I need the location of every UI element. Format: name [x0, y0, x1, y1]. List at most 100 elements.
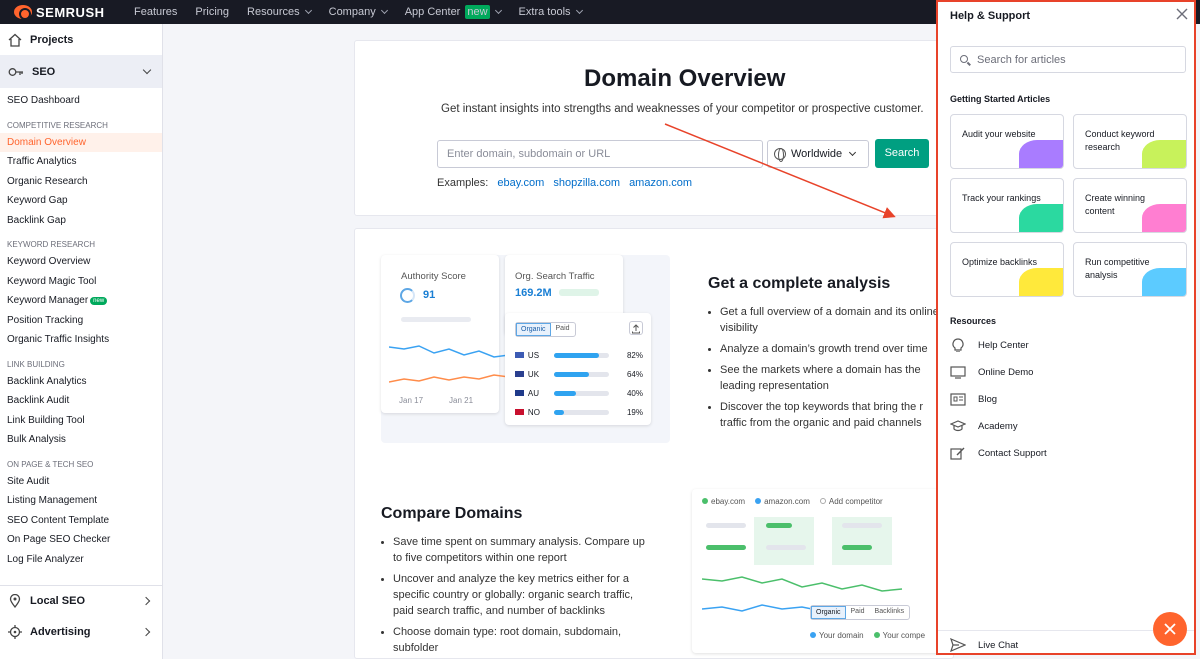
- tab-organic[interactable]: Organic: [516, 323, 551, 336]
- bullet-item: Discover the top keywords that bring the…: [708, 399, 948, 431]
- tab-paid[interactable]: Paid: [551, 323, 575, 336]
- authority-ring-icon: [400, 288, 415, 303]
- sidebar-item-listing-management[interactable]: Listing Management: [0, 491, 162, 511]
- region-value: Worldwide: [791, 148, 843, 160]
- sidebar-item-backlink-gap[interactable]: Backlink Gap: [0, 211, 162, 231]
- article-card-audit-your-website[interactable]: Audit your website: [950, 114, 1064, 169]
- sidebar-item-label: Keyword Manager: [7, 295, 89, 306]
- live-chat-label: Live Chat: [978, 639, 1019, 651]
- legend-amazon: amazon.com: [755, 497, 810, 506]
- legend-add-competitor[interactable]: Add competitor: [819, 497, 883, 506]
- close-chat-button[interactable]: [1153, 612, 1187, 646]
- sidebar-item-log-file-analyzer[interactable]: Log File Analyzer: [0, 550, 162, 570]
- tab-backlinks[interactable]: Backlinks: [870, 606, 910, 619]
- placeholder-bar: [706, 523, 746, 528]
- organic-paid-toggle[interactable]: Organic Paid: [515, 322, 576, 337]
- article-card-track-your-rankings[interactable]: Track your rankings: [950, 178, 1064, 233]
- region-select[interactable]: Worldwide: [767, 140, 869, 168]
- close-icon[interactable]: [1176, 8, 1188, 20]
- sidebar-item-label: Log File Analyzer: [7, 553, 84, 565]
- example-link[interactable]: amazon.com: [629, 177, 692, 189]
- sidebar-item-traffic-analytics[interactable]: Traffic Analytics: [0, 152, 162, 172]
- domain-input[interactable]: Enter domain, subdomain or URL: [437, 140, 763, 168]
- example-link[interactable]: shopzilla.com: [553, 177, 620, 189]
- country-row: UK 64%: [515, 368, 643, 380]
- chevron-down-icon[interactable]: [142, 65, 152, 75]
- sidebar-item-organic-traffic-insights[interactable]: Organic Traffic Insights: [0, 330, 162, 350]
- analysis-heading: Get a complete analysis: [708, 275, 891, 292]
- export-icon[interactable]: [629, 321, 643, 335]
- chevron-right-icon[interactable]: [141, 596, 151, 606]
- newspaper-icon: [950, 393, 966, 406]
- live-chat-link[interactable]: Live Chat: [950, 638, 1018, 652]
- sidebar-item-keyword-overview[interactable]: Keyword Overview: [0, 252, 162, 272]
- resource-label: Academy: [978, 420, 1018, 432]
- sidebar-item-on-page-seo-checker[interactable]: On Page SEO Checker: [0, 530, 162, 550]
- sidebar-item-label: Traffic Analytics: [7, 156, 77, 167]
- article-card-conduct-keyword-research[interactable]: Conduct keyword research: [1073, 114, 1187, 169]
- panel-title: Help & Support: [950, 10, 1031, 22]
- nav-company[interactable]: Company: [329, 5, 388, 19]
- resource-online-demo[interactable]: Online Demo: [950, 365, 1033, 379]
- monitor-icon: [950, 366, 966, 379]
- sidebar-item-seo-content-template[interactable]: SEO Content Template: [0, 511, 162, 531]
- article-card-create-winning-content[interactable]: Create winning content: [1073, 178, 1187, 233]
- nav-label: Features: [134, 6, 178, 18]
- nav-pricing[interactable]: Pricing: [195, 5, 229, 19]
- sidebar-item-domain-overview[interactable]: Domain Overview: [0, 132, 162, 152]
- chevron-down-icon: [849, 148, 857, 157]
- sidebar-section-title: LINK BUILDING: [7, 359, 65, 369]
- chevron-down-icon: [494, 6, 502, 15]
- authority-value: 91: [423, 289, 436, 301]
- nav-resources[interactable]: Resources: [247, 5, 312, 19]
- compare-tabs[interactable]: Organic Paid Backlinks: [810, 605, 911, 620]
- sidebar-item-bulk-analysis[interactable]: Bulk Analysis: [0, 430, 162, 450]
- flag-au-icon: [515, 390, 524, 396]
- nav-extra-tools[interactable]: Extra tools: [518, 5, 583, 19]
- sidebar-item-position-tracking[interactable]: Position Tracking: [0, 311, 162, 331]
- country-bar: [553, 352, 610, 358]
- resource-academy[interactable]: Academy: [950, 419, 1018, 433]
- sidebar-item-projects[interactable]: Projects: [0, 24, 162, 55]
- semrush-logo[interactable]: SEMRUSH: [0, 5, 134, 20]
- sidebar-item-link-building-tool[interactable]: Link Building Tool: [0, 411, 162, 431]
- country-bar-fill: [553, 371, 590, 377]
- sidebar-item-keyword-gap[interactable]: Keyword Gap: [0, 191, 162, 211]
- sidebar-item-seo[interactable]: SEO: [0, 55, 162, 88]
- nav-app-center[interactable]: App Center new: [405, 5, 502, 19]
- sidebar-item-keyword-magic-tool[interactable]: Keyword Magic Tool: [0, 272, 162, 292]
- article-card-run-competitive-analysis[interactable]: Run competitive analysis: [1073, 242, 1187, 297]
- sidebar-item-backlink-analytics[interactable]: Backlink Analytics: [0, 372, 162, 392]
- flag-no-icon: [515, 409, 524, 415]
- sidebar-item-backlink-audit[interactable]: Backlink Audit: [0, 391, 162, 411]
- nav-label: Resources: [247, 6, 300, 18]
- sidebar-item-advertising[interactable]: Advertising: [0, 616, 162, 647]
- search-button[interactable]: Search: [875, 139, 929, 168]
- sidebar-item-label: Local SEO: [30, 595, 86, 607]
- sidebar-item-keyword-manager[interactable]: Keyword Manager new: [0, 291, 162, 311]
- tab-organic[interactable]: Organic: [811, 606, 846, 619]
- resource-blog[interactable]: Blog: [950, 392, 997, 406]
- article-search-input[interactable]: Search for articles: [950, 46, 1186, 73]
- authority-label: Authority Score: [401, 271, 466, 282]
- placeholder-bar: [766, 545, 806, 550]
- sidebar-section-title: ON PAGE & TECH SEO: [7, 459, 94, 469]
- resource-contact-support[interactable]: Contact Support: [950, 446, 1047, 460]
- sidebar-item-organic-research[interactable]: Organic Research: [0, 172, 162, 192]
- sidebar-item-site-audit[interactable]: Site Audit: [0, 472, 162, 492]
- traffic-line-chart: [389, 345, 510, 383]
- bullet-item: Get a full overview of a domain and its …: [708, 304, 948, 336]
- tab-paid[interactable]: Paid: [846, 606, 870, 619]
- new-badge: new: [465, 5, 490, 19]
- nav-features[interactable]: Features: [134, 5, 177, 19]
- country-bar: [553, 390, 610, 396]
- chevron-right-icon[interactable]: [141, 627, 151, 636]
- example-link[interactable]: ebay.com: [497, 177, 544, 189]
- sidebar-item-local-seo[interactable]: Local SEO: [0, 585, 162, 616]
- nav-label: Extra tools: [518, 6, 571, 18]
- sidebar-item-seo-dashboard[interactable]: SEO Dashboard: [0, 91, 162, 111]
- resource-help-center[interactable]: Help Center: [950, 338, 1029, 352]
- country-row: NO 19%: [515, 406, 643, 418]
- examples-row: Examples: ebay.com shopzilla.com amazon.…: [437, 177, 692, 189]
- article-card-optimize-backlinks[interactable]: Optimize backlinks: [950, 242, 1064, 297]
